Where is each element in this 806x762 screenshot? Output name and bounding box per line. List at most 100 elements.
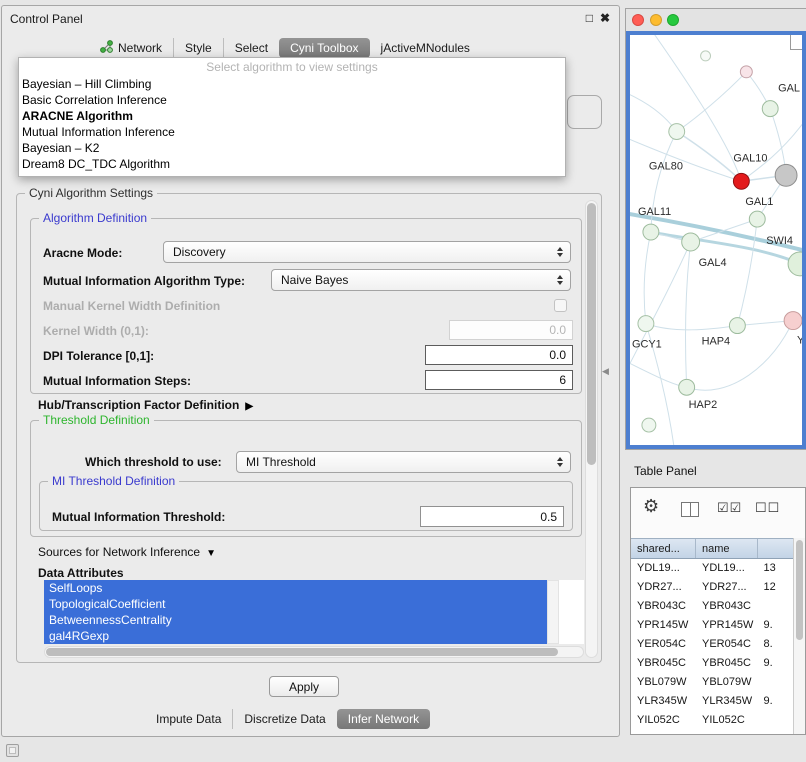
network-node-gal10[interactable] [733, 173, 749, 189]
table-row[interactable]: YDR27...YDR27...12 [631, 578, 793, 597]
network-node-gal1[interactable] [749, 211, 765, 227]
bottom-tab-infer-network[interactable]: Infer Network [337, 709, 430, 729]
bottom-tabs: Impute Data Discretize DataInfer Network [145, 708, 430, 729]
tab-label: Select [235, 41, 268, 55]
sources-section-label: Sources for Network Inference [38, 545, 200, 559]
network-canvas[interactable]: GALGAL80GAL10GAL1GAL11GAL4SWI4GCY1HAP4YH… [630, 35, 802, 445]
hub-section-toggle[interactable]: Hub/Transcription Factor Definition▶ [38, 398, 253, 412]
table-scrollbar[interactable] [793, 538, 805, 734]
table-scrollbar-thumb[interactable] [796, 540, 803, 640]
network-node-hap2[interactable] [679, 379, 695, 395]
column-header-name[interactable]: name [696, 539, 758, 558]
bottom-tab-impute-data[interactable]: Impute Data [145, 709, 232, 729]
minimize-traffic-light[interactable] [650, 14, 662, 26]
table-settings-gear-icon[interactable]: ⚙ [643, 496, 659, 517]
kernel-width-field[interactable]: 0.0 [449, 320, 573, 340]
select-all-columns-icon[interactable]: ☑☑ [717, 500, 742, 516]
algorithm-option-dream8-dc-tdc-algorithm[interactable]: Dream8 DC_TDC Algorithm [19, 156, 565, 172]
table-body: YDL19...YDL19...13YDR27...YDR27...12YBR0… [631, 559, 793, 734]
network-node-gal4[interactable] [682, 233, 700, 251]
table-row[interactable]: YLR345WYLR345W9. [631, 692, 793, 711]
table-row[interactable]: YPR145WYPR145W9. [631, 616, 793, 635]
table-cell: YBR043C [696, 597, 758, 616]
network-edge [677, 132, 742, 182]
tab-cyni-toolbox[interactable]: Cyni Toolbox [279, 38, 369, 58]
table-cell: YIL052C [696, 711, 758, 730]
expanded-arrow-icon[interactable]: ▼ [206, 548, 216, 559]
aracne-mode-label: Aracne Mode: [43, 246, 122, 260]
table-cell: YDL19... [696, 559, 758, 578]
apply-button[interactable]: Apply [269, 676, 339, 697]
table-cell: 8. [758, 635, 794, 654]
which-threshold-select[interactable]: MI Threshold [236, 451, 571, 473]
network-node-y[interactable] [784, 312, 802, 330]
settings-scrollbar[interactable] [585, 200, 598, 658]
algorithm-option-basic-correlation-inference[interactable]: Basic Correlation Inference [19, 92, 565, 108]
attribute-betweennesscentrality[interactable]: BetweennessCentrality [44, 612, 547, 628]
table-panel: ⚙ ☑☑ ☐☐ shared...name YDL19...YDL19...13… [630, 487, 806, 735]
column-header-shared[interactable]: shared... [631, 539, 696, 558]
attributes-horizontal-scrollbar[interactable] [44, 646, 584, 658]
algorithm-option-aracne-algorithm[interactable]: ARACNE Algorithm [19, 108, 565, 124]
sources-section-toggle[interactable]: Sources for Network Inference ▼ [38, 545, 216, 559]
birdseye-corner-widget[interactable] [790, 35, 802, 50]
column-header-col-2[interactable] [758, 539, 793, 558]
collapsed-arrow-icon[interactable]: ▶ [245, 401, 253, 412]
algorithm-option-bayesian-hill-climbing[interactable]: Bayesian – Hill Climbing [19, 76, 565, 92]
deselect-all-columns-icon[interactable]: ☐☐ [755, 500, 780, 516]
settings-scrollbar-thumb[interactable] [587, 203, 596, 465]
attributes-hscroll-thumb[interactable] [46, 648, 558, 656]
network-node-gal11[interactable] [643, 224, 659, 240]
zoom-traffic-light[interactable] [667, 14, 679, 26]
close-traffic-light[interactable] [632, 14, 644, 26]
attributes-list-scrollbar[interactable] [547, 580, 559, 644]
tab-jactivemnodules[interactable]: jActiveMNodules [370, 38, 481, 58]
table-row[interactable]: YIL052CYIL052C [631, 711, 793, 730]
network-node-hap4[interactable] [729, 318, 745, 334]
tab-style[interactable]: Style [173, 38, 223, 58]
mi-threshold-group: MI Threshold Definition Mutual Informati… [39, 481, 573, 531]
node-label: GCY1 [632, 338, 662, 350]
tab-network[interactable]: Network [89, 38, 173, 58]
node-label: HAP4 [702, 335, 731, 347]
table-panel-title: Table Panel [634, 464, 697, 478]
tab-label: Impute Data [156, 712, 221, 726]
algorithm-option-mutual-information-inference[interactable]: Mutual Information Inference [19, 124, 565, 140]
attribute-selfloops[interactable]: SelfLoops [44, 580, 547, 596]
stepper-arrows-icon [557, 275, 563, 285]
mi-steps-field[interactable]: 6 [425, 370, 573, 390]
manual-kernel-checkbox[interactable] [554, 299, 567, 312]
docked-panel-icon[interactable] [6, 744, 19, 757]
table-cell [758, 673, 794, 692]
aracne-mode-select[interactable]: Discovery [163, 241, 571, 263]
table-row[interactable]: YER054CYER054C8. [631, 635, 793, 654]
close-window-icon[interactable]: ✖ [600, 11, 610, 25]
network-node[interactable] [642, 418, 656, 432]
attribute-topologicalcoefficient[interactable]: TopologicalCoefficient [44, 596, 547, 612]
divider-collapse-icon[interactable]: ◀ [602, 366, 609, 377]
float-window-icon[interactable]: □ [586, 11, 593, 25]
network-node-gcy1[interactable] [638, 316, 654, 332]
data-attributes-list: SelfLoopsTopologicalCoefficientBetweenne… [44, 580, 584, 644]
network-node[interactable] [740, 66, 752, 78]
network-edge [644, 232, 651, 324]
algorithm-option-bayesian-k2[interactable]: Bayesian – K2 [19, 140, 565, 156]
network-edge [677, 72, 747, 132]
table-row[interactable]: YDL19...YDL19...13 [631, 559, 793, 578]
table-row[interactable]: YBR045CYBR045C9. [631, 654, 793, 673]
column-browser-icon[interactable] [681, 502, 699, 517]
network-node[interactable] [775, 164, 797, 186]
network-node[interactable] [701, 51, 711, 61]
network-node-gal80[interactable] [669, 124, 685, 140]
mi-type-select[interactable]: Naive Bayes [271, 269, 571, 291]
bottom-tab-discretize-data[interactable]: Discretize Data [232, 709, 336, 729]
dpi-tolerance-field[interactable]: 0.0 [425, 345, 573, 365]
attribute-gal4rgexp[interactable]: gal4RGexp [44, 628, 547, 644]
table-row[interactable]: YBL079WYBL079W [631, 673, 793, 692]
network-node-swi4[interactable] [788, 252, 802, 276]
network-edge [630, 139, 741, 181]
network-node-gal[interactable] [762, 101, 778, 117]
tab-select[interactable]: Select [223, 38, 279, 58]
table-row[interactable]: YBR043CYBR043C [631, 597, 793, 616]
mi-threshold-field[interactable]: 0.5 [420, 506, 564, 527]
